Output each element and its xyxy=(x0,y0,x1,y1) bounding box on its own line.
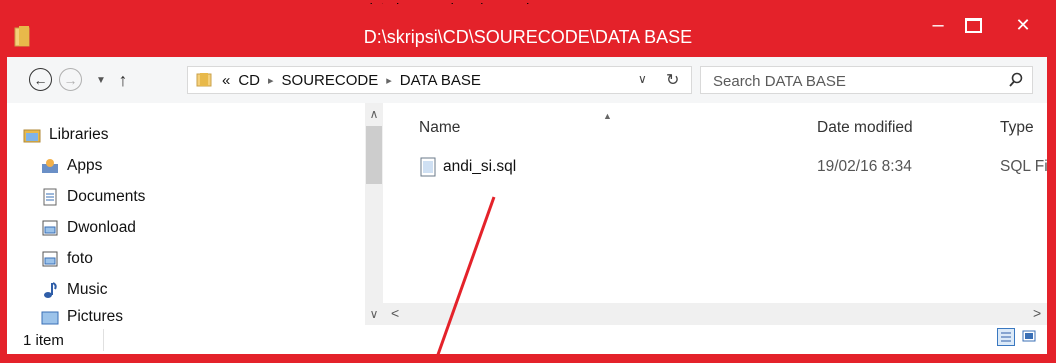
nav-item-pictures[interactable]: Pictures xyxy=(41,308,123,325)
scrollbar-thumb[interactable] xyxy=(366,126,382,184)
minimize-icon: – xyxy=(932,13,944,36)
column-header-date[interactable]: Date modified xyxy=(817,119,913,137)
sort-ascending-icon: ▲ xyxy=(603,111,612,121)
details-view-icon xyxy=(1001,332,1011,342)
recent-locations-button[interactable]: ▼ xyxy=(89,68,113,92)
nav-item-label: Apps xyxy=(67,157,103,174)
nav-item-label: Libraries xyxy=(49,126,109,143)
scroll-left-icon[interactable]: < xyxy=(391,305,399,321)
breadcrumb-overflow[interactable]: « xyxy=(222,72,230,89)
music-icon xyxy=(41,281,59,299)
column-header-name[interactable]: Name xyxy=(419,119,460,137)
folder-icon xyxy=(196,72,212,88)
nav-scrollbar[interactable]: ∧ ∨ xyxy=(365,103,383,325)
content-scrollbar[interactable]: < > xyxy=(383,303,1047,325)
nav-item-label: Pictures xyxy=(67,308,123,325)
window-title: D:\skripsi\CD\SOURECODE\DATA BASE xyxy=(363,27,693,47)
details-view-button[interactable] xyxy=(997,328,1015,346)
search-icon[interactable] xyxy=(1008,72,1024,93)
sql-file-icon xyxy=(419,157,437,182)
nav-item-foto[interactable]: foto xyxy=(41,246,93,272)
up-button[interactable]: ↑ xyxy=(111,68,135,92)
up-arrow-icon: ↑ xyxy=(118,69,128,90)
navigation-bar: ← → ▼ ↑ « CD ▸ SOURECODE ▸ DATA BASE ∨ ↻ xyxy=(7,57,1047,103)
search-box[interactable] xyxy=(700,66,1033,95)
title-bar[interactable]: D:\skripsi\CD\SOURECODE\DATA BASE – ✕ xyxy=(0,0,1056,62)
search-input[interactable] xyxy=(701,67,1005,95)
nav-item-music[interactable]: Music xyxy=(41,277,107,303)
libraries-icon xyxy=(23,126,41,144)
back-arrow-icon: ← xyxy=(33,71,48,88)
breadcrumb: « CD ▸ SOURECODE ▸ DATA BASE xyxy=(222,72,481,89)
maximize-icon xyxy=(964,17,982,33)
documents-icon xyxy=(41,188,59,206)
close-icon: ✕ xyxy=(1015,14,1031,35)
chevron-down-icon[interactable]: ∨ xyxy=(638,72,647,86)
refresh-icon[interactable]: ↻ xyxy=(666,70,679,90)
breadcrumb-item[interactable]: CD xyxy=(238,72,260,89)
scroll-right-icon[interactable]: > xyxy=(1033,305,1041,321)
file-name: andi_si.sql xyxy=(443,158,517,175)
maximize-button[interactable] xyxy=(956,10,990,40)
apps-icon xyxy=(41,157,59,175)
nav-item-label: Dwonload xyxy=(67,219,136,236)
pictures-icon xyxy=(41,308,59,325)
large-icons-view-icon xyxy=(1022,330,1036,342)
nav-item-label: Music xyxy=(67,281,108,298)
navigation-pane: Libraries Apps Documents Dwonload foto M… xyxy=(7,103,365,325)
nav-item-documents[interactable]: Documents xyxy=(41,184,145,210)
forward-button[interactable]: → xyxy=(59,68,82,91)
status-bar: 1 item xyxy=(7,325,1047,354)
file-list: ▲ Name Date modified Type andi_si.sql 19… xyxy=(383,103,1047,303)
large-icons-view-button[interactable] xyxy=(1021,328,1039,346)
file-date: 19/02/16 8:34 xyxy=(817,158,912,175)
column-header-type[interactable]: Type xyxy=(1000,119,1034,137)
forward-arrow-icon: → xyxy=(63,71,78,88)
chevron-right-icon[interactable]: ▸ xyxy=(268,74,274,87)
scroll-up-icon[interactable]: ∧ xyxy=(365,105,383,123)
minimize-button[interactable]: – xyxy=(920,10,956,40)
chevron-right-icon[interactable]: ▸ xyxy=(386,74,392,87)
nav-item-dwonload[interactable]: Dwonload xyxy=(41,215,136,241)
status-divider xyxy=(103,329,104,351)
explorer-window: ← → ▼ ↑ « CD ▸ SOURECODE ▸ DATA BASE ∨ ↻ xyxy=(7,57,1047,354)
nav-item-apps[interactable]: Apps xyxy=(41,153,102,179)
item-count: 1 item xyxy=(23,332,64,349)
folder-icon xyxy=(41,250,59,268)
back-button[interactable]: ← xyxy=(29,68,52,91)
folder-icon xyxy=(41,219,59,237)
file-type: SQL File xyxy=(1000,158,1047,175)
scroll-down-icon[interactable]: ∨ xyxy=(365,305,383,323)
nav-item-label: Documents xyxy=(67,188,146,205)
address-bar[interactable]: « CD ▸ SOURECODE ▸ DATA BASE ∨ ↻ xyxy=(187,66,692,94)
chevron-down-icon: ▼ xyxy=(96,74,106,86)
breadcrumb-item[interactable]: SOURECODE xyxy=(282,72,379,89)
nav-item-libraries[interactable]: Libraries xyxy=(23,122,108,148)
close-button[interactable]: ✕ xyxy=(990,10,1056,40)
nav-item-label: foto xyxy=(67,250,93,267)
breadcrumb-item[interactable]: DATA BASE xyxy=(400,72,481,89)
